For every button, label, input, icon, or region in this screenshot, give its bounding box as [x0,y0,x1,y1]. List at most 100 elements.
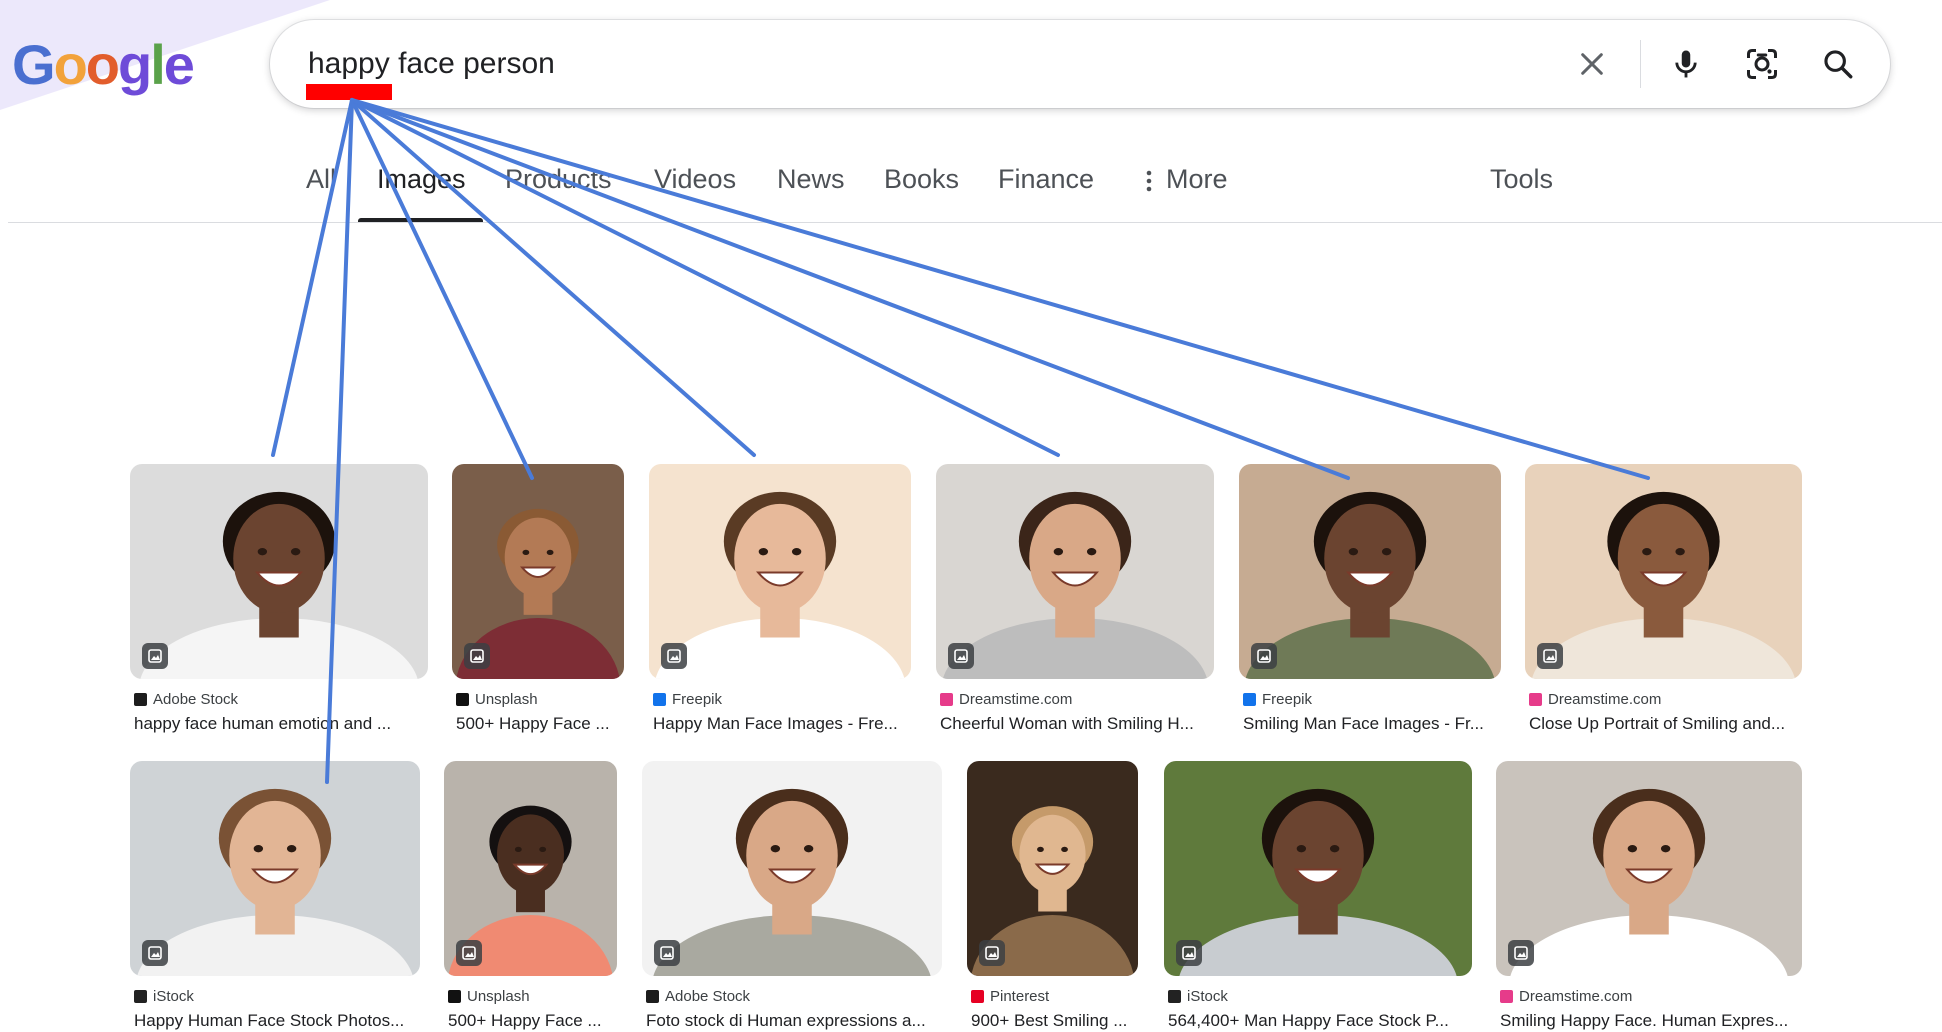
tab-news[interactable]: News [777,164,845,195]
portrait-image [649,464,911,679]
result-source[interactable]: Freepik [1243,691,1312,708]
result-thumbnail[interactable] [1239,464,1501,679]
result-source[interactable]: Pinterest [971,988,1049,1005]
portrait-image [130,761,420,976]
tab-all[interactable]: All [306,164,336,195]
result-thumbnail[interactable] [130,464,428,679]
image-result[interactable]: Adobe Stock happy face human emotion and … [130,464,428,749]
logo-letter: g [118,33,152,96]
tab-images[interactable]: Images [377,164,466,195]
result-title[interactable]: 500+ Happy Face ... [456,714,624,734]
result-source[interactable]: Adobe Stock [134,691,238,708]
adobe-stock-icon [646,990,659,1003]
result-thumbnail[interactable] [967,761,1138,976]
image-badge-icon [654,940,680,966]
result-source-label: iStock [153,988,194,1005]
image-badge-icon [142,643,168,669]
image-result[interactable]: iStock 564,400+ Man Happy Face Stock P... [1164,761,1472,1032]
image-result[interactable]: Pinterest 900+ Best Smiling ... [967,761,1138,1032]
result-title[interactable]: Smiling Happy Face. Human Expres... [1500,1011,1802,1031]
dreamstime-icon [1500,990,1513,1003]
unsplash-icon [448,990,461,1003]
result-source-label: Pinterest [990,988,1050,1005]
result-title[interactable]: Foto stock di Human expressions a... [646,1011,942,1031]
image-result[interactable]: Unsplash 500+ Happy Face ... [452,464,624,749]
tabs-divider [8,222,1942,223]
result-thumbnail[interactable] [649,464,911,679]
search-input[interactable] [308,42,1568,86]
image-result[interactable]: Adobe Stock Foto stock di Human expressio… [642,761,942,1032]
result-title[interactable]: Cheerful Woman with Smiling H... [940,714,1214,734]
portrait-image [1496,761,1802,976]
result-source-label: Unsplash [475,691,538,708]
tab-books[interactable]: Books [884,164,959,195]
result-source[interactable]: Unsplash [456,691,538,708]
tab-products[interactable]: Products [505,164,612,195]
result-source[interactable]: Freepik [653,691,722,708]
image-badge-icon [1176,940,1202,966]
image-result[interactable]: Dreamstime.com Close Up Portrait of Smili… [1525,464,1802,749]
result-title[interactable]: Happy Man Face Images - Fre... [653,714,911,734]
image-result[interactable]: Freepik Smiling Man Face Images - Fr... [1239,464,1501,749]
close-icon[interactable] [1572,44,1612,84]
result-thumbnail[interactable] [1525,464,1802,679]
result-title[interactable]: Happy Human Face Stock Photos... [134,1011,420,1031]
result-source[interactable]: iStock [1168,988,1228,1005]
image-result[interactable]: Dreamstime.com Cheerful Woman with Smilin… [936,464,1214,749]
annotation-line [350,98,1650,480]
result-source[interactable]: Unsplash [448,988,530,1005]
result-source[interactable]: Dreamstime.com [1500,988,1632,1005]
tools-button[interactable]: Tools [1490,164,1553,195]
logo-letter: l [150,33,166,96]
portrait-image [1239,464,1501,679]
tab-finance[interactable]: Finance [998,164,1094,195]
highlight-mark [306,84,392,100]
search-bar-divider [1640,40,1641,88]
result-source-label: Unsplash [467,988,530,1005]
tab-videos[interactable]: Videos [654,164,736,195]
result-thumbnail[interactable] [130,761,420,976]
result-thumbnail[interactable] [1496,761,1802,976]
google-doodle-logo[interactable]: Google [12,30,195,100]
result-source-label: Adobe Stock [153,691,239,708]
camera-lens-icon[interactable] [1742,44,1782,84]
result-thumbnail[interactable] [1164,761,1472,976]
search-icon[interactable] [1818,44,1858,84]
result-source-label: Freepik [1262,691,1313,708]
logo-letter: G [12,33,56,96]
portrait-image [936,464,1214,679]
image-badge-icon [979,940,1005,966]
image-result[interactable]: Dreamstime.com Smiling Happy Face. Human … [1496,761,1802,1032]
search-bar [270,20,1890,108]
dreamstime-icon [1529,693,1542,706]
tab-more-label: More [1166,164,1228,194]
image-result[interactable]: iStock Happy Human Face Stock Photos... [130,761,420,1032]
result-title[interactable]: 564,400+ Man Happy Face Stock P... [1168,1011,1472,1031]
result-thumbnail[interactable] [444,761,617,976]
result-source[interactable]: Dreamstime.com [940,691,1072,708]
image-result[interactable]: Freepik Happy Man Face Images - Fre... [649,464,911,749]
result-thumbnail[interactable] [642,761,942,976]
adobe-stock-icon [134,693,147,706]
result-source-label: Dreamstime.com [1519,988,1633,1005]
freepik-icon [653,693,666,706]
result-title[interactable]: Close Up Portrait of Smiling and... [1529,714,1802,734]
result-thumbnail[interactable] [936,464,1214,679]
result-source[interactable]: Dreamstime.com [1529,691,1661,708]
annotation-line [350,98,534,480]
search-results-page: Google happy face person All Images Prod… [0,0,1942,1032]
result-title[interactable]: Smiling Man Face Images - Fr... [1243,714,1501,734]
image-badge-icon [464,643,490,669]
image-badge-icon [1508,940,1534,966]
result-thumbnail[interactable] [452,464,624,679]
result-title[interactable]: happy face human emotion and ... [134,714,428,734]
result-title[interactable]: 900+ Best Smiling ... [971,1011,1138,1031]
result-source[interactable]: iStock [134,988,194,1005]
dreamstime-icon [940,693,953,706]
freepik-icon [1243,693,1256,706]
microphone-icon[interactable] [1666,44,1706,84]
tab-more[interactable]: More [1146,164,1228,195]
image-result[interactable]: Unsplash 500+ Happy Face ... [444,761,617,1032]
result-source[interactable]: Adobe Stock [646,988,750,1005]
result-title[interactable]: 500+ Happy Face ... [448,1011,617,1031]
